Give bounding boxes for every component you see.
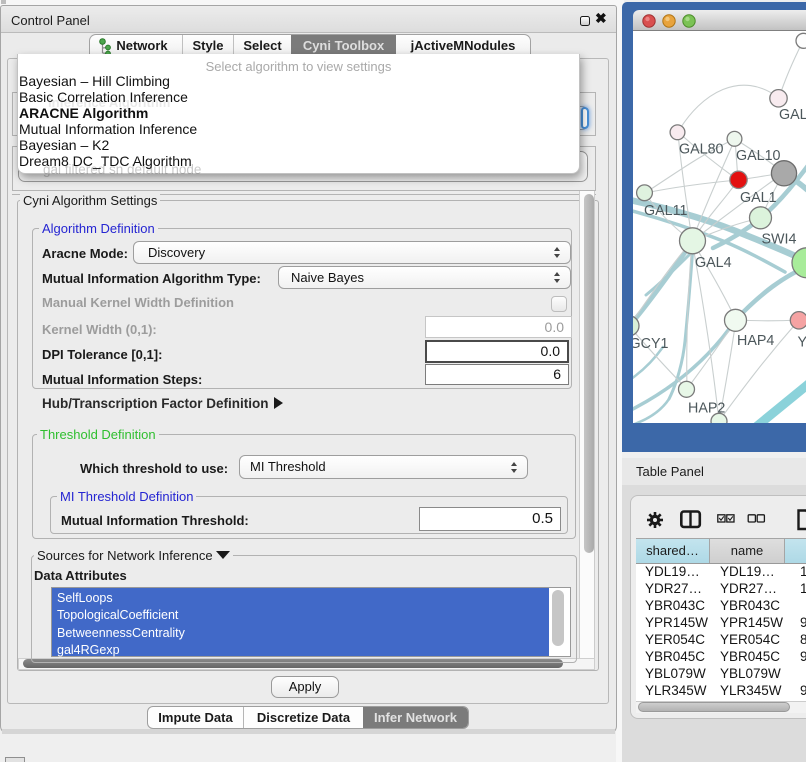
- svg-text:GCY1: GCY1: [633, 336, 668, 352]
- svg-text:GAL7: GAL7: [779, 107, 806, 123]
- svg-text:SWI4: SWI4: [762, 232, 797, 248]
- svg-text:GAL1: GAL1: [740, 190, 777, 206]
- svg-text:GAL11: GAL11: [644, 203, 687, 219]
- svg-text:GAL4: GAL4: [695, 255, 732, 271]
- svg-text:GAL80: GAL80: [679, 142, 724, 158]
- svg-text:HAP2: HAP2: [688, 401, 725, 417]
- svg-text:GAL10: GAL10: [736, 148, 781, 164]
- svg-text:HAP4: HAP4: [737, 333, 774, 349]
- svg-text:Y: Y: [798, 335, 806, 351]
